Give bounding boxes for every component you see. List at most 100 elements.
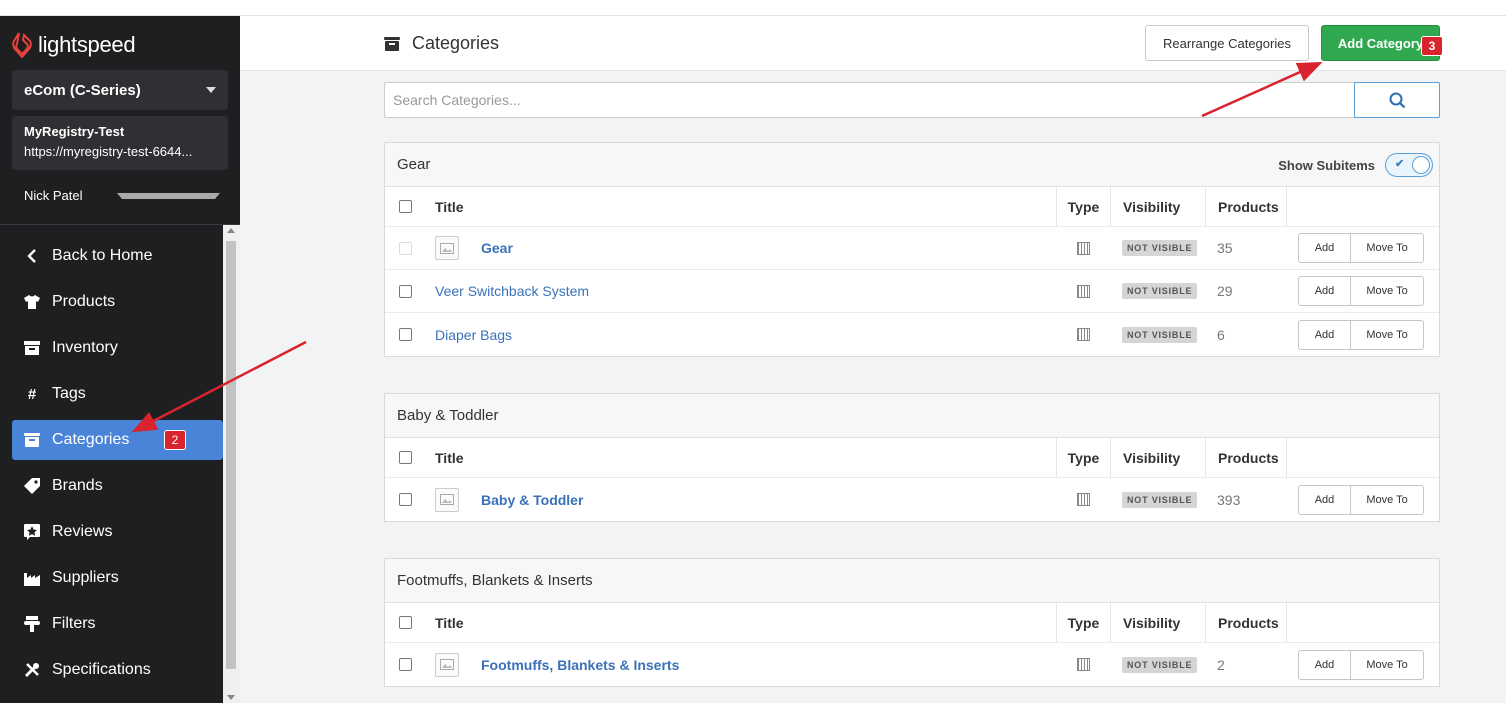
row-checkbox[interactable]	[398, 241, 412, 255]
chevron-left-icon	[24, 248, 40, 264]
sidebar-item-tags[interactable]: # Tags	[12, 374, 223, 414]
column-header-title[interactable]: Title	[425, 199, 1056, 215]
search-icon	[1389, 92, 1405, 108]
move-to-button[interactable]: Move To	[1351, 276, 1424, 306]
category-link[interactable]: Footmuffs, Blankets & Inserts	[481, 657, 679, 673]
sidebar-item-label: Reviews	[52, 523, 113, 540]
store-url: https://myregistry-test-6644...	[24, 144, 193, 159]
annotation-badge: 3	[1421, 36, 1443, 56]
add-category-button[interactable]: Add Category 3	[1321, 25, 1443, 61]
tshirt-icon	[24, 294, 40, 310]
column-header-type[interactable]: Type	[1056, 438, 1110, 477]
column-header-type[interactable]: Type	[1056, 187, 1110, 226]
sidebar-item-inventory[interactable]: Inventory	[12, 328, 223, 368]
store-info[interactable]: MyRegistry-Test https://myregistry-test-…	[12, 116, 228, 170]
user-menu[interactable]: Nick Patel	[24, 188, 220, 203]
sidebar-item-brands[interactable]: Brands	[12, 466, 223, 506]
archive-icon	[24, 340, 40, 356]
table-header-row: Title Type Visibility Products	[385, 187, 1439, 227]
column-header-visibility[interactable]: Visibility	[1110, 438, 1205, 477]
sidebar-item-products[interactable]: Products	[12, 282, 223, 322]
visibility-badge: NOT VISIBLE	[1122, 240, 1198, 256]
table-row: Baby & Toddler NOT VISIBLE 393 Add Move …	[385, 478, 1439, 521]
sidebar-item-label: Tags	[52, 385, 86, 402]
add-button[interactable]: Add	[1298, 276, 1351, 306]
category-link[interactable]: Diaper Bags	[435, 327, 512, 343]
show-subitems-control: Show Subitems ✔	[1278, 153, 1433, 177]
sidebar-item-label: Filters	[52, 615, 96, 632]
scrollbar-thumb[interactable]	[226, 241, 236, 669]
sidebar-item-label: Suppliers	[52, 569, 119, 586]
visibility-badge: NOT VISIBLE	[1122, 283, 1198, 299]
sidebar-item-suppliers[interactable]: Suppliers	[12, 558, 223, 598]
category-group-title: Footmuffs, Blankets & Inserts	[397, 572, 593, 589]
move-to-button[interactable]: Move To	[1351, 319, 1424, 350]
column-header-actions	[1286, 187, 1439, 226]
add-button[interactable]: Add	[1298, 484, 1351, 515]
sidebar-item-back-to-home[interactable]: Back to Home	[12, 236, 223, 276]
add-button[interactable]: Add	[1298, 649, 1351, 680]
sidebar-item-specifications[interactable]: Specifications	[12, 650, 223, 690]
add-button[interactable]: Add	[1298, 233, 1351, 263]
column-header-title[interactable]: Title	[425, 450, 1056, 466]
category-link[interactable]: Gear	[481, 240, 513, 256]
add-button[interactable]: Add	[1298, 319, 1351, 350]
move-to-button[interactable]: Move To	[1351, 233, 1424, 263]
tools-icon	[24, 662, 40, 678]
column-header-products[interactable]: Products	[1205, 603, 1286, 642]
select-all-checkbox[interactable]	[398, 451, 412, 464]
search-bar	[384, 82, 1440, 118]
sidebar-item-categories[interactable]: Categories 2	[12, 420, 223, 460]
product-count: 35	[1217, 240, 1233, 256]
browser-tab-strip	[0, 0, 1506, 16]
sidebar-scrollbar[interactable]	[223, 225, 240, 703]
category-group-panel: Footmuffs, Blankets & Inserts Title Type…	[384, 558, 1440, 687]
folder-icon	[384, 36, 400, 51]
page-title: Categories	[384, 33, 499, 54]
sidebar-item-label: Brands	[52, 477, 103, 494]
rearrange-categories-button[interactable]: Rearrange Categories	[1145, 25, 1309, 61]
category-type-icon	[1076, 658, 1090, 671]
tag-icon	[24, 478, 40, 494]
row-checkbox[interactable]	[398, 658, 412, 671]
lightspeed-logo[interactable]: lightspeed	[12, 30, 136, 60]
move-to-button[interactable]: Move To	[1351, 649, 1424, 680]
star-icon	[24, 524, 40, 540]
scroll-down-arrow-icon[interactable]	[227, 695, 235, 700]
column-header-actions	[1286, 603, 1439, 642]
column-header-visibility[interactable]: Visibility	[1110, 187, 1205, 226]
page-title-text: Categories	[412, 33, 500, 53]
sidebar-item-filters[interactable]: Filters	[12, 604, 223, 644]
add-category-label: Add Category	[1337, 35, 1424, 51]
scroll-up-arrow-icon[interactable]	[227, 228, 235, 233]
category-type-icon	[1076, 241, 1090, 255]
column-header-products[interactable]: Products	[1205, 438, 1286, 477]
row-checkbox[interactable]	[398, 493, 412, 506]
annotation-badge: 2	[164, 430, 186, 450]
filter-icon	[24, 616, 40, 632]
sidebar-item-label: Categories	[52, 431, 130, 448]
product-count: 393	[1217, 491, 1241, 508]
category-group-panel: Gear Show Subitems ✔ Title Type Visibili…	[384, 142, 1440, 357]
search-input[interactable]	[385, 83, 1345, 117]
column-header-type[interactable]: Type	[1056, 603, 1110, 642]
move-to-button[interactable]: Move To	[1351, 484, 1424, 515]
column-header-title[interactable]: Title	[425, 615, 1056, 631]
column-header-visibility[interactable]: Visibility	[1110, 603, 1205, 642]
sidebar-item-label: Inventory	[52, 339, 118, 356]
user-name: Nick Patel	[24, 188, 83, 203]
product-count: 29	[1217, 283, 1233, 299]
category-link[interactable]: Veer Switchback System	[435, 283, 589, 299]
select-all-checkbox[interactable]	[398, 200, 412, 213]
column-header-products[interactable]: Products	[1205, 187, 1286, 226]
category-link[interactable]: Baby & Toddler	[481, 492, 583, 508]
select-all-checkbox[interactable]	[398, 616, 412, 629]
sidebar-item-reviews[interactable]: Reviews	[12, 512, 223, 552]
search-button[interactable]	[1354, 82, 1440, 118]
show-subitems-toggle[interactable]: ✔	[1385, 153, 1433, 177]
product-select[interactable]: eCom (C-Series)	[12, 70, 228, 110]
row-checkbox[interactable]	[398, 328, 412, 341]
category-type-icon	[1076, 328, 1090, 341]
product-select-label: eCom (C-Series)	[24, 81, 141, 99]
row-checkbox[interactable]	[398, 284, 412, 298]
